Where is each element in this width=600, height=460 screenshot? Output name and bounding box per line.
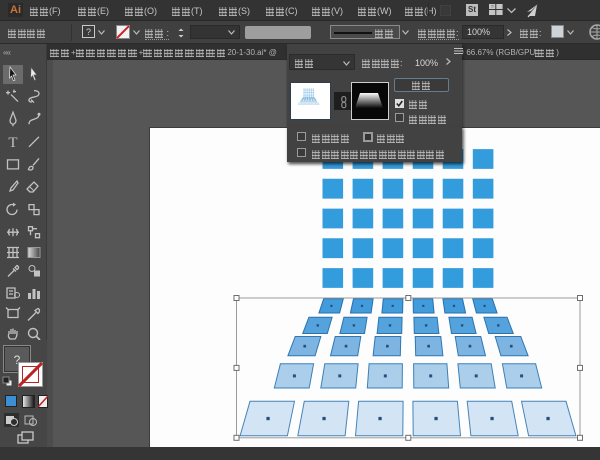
svg-text:T: T: [8, 135, 17, 151]
